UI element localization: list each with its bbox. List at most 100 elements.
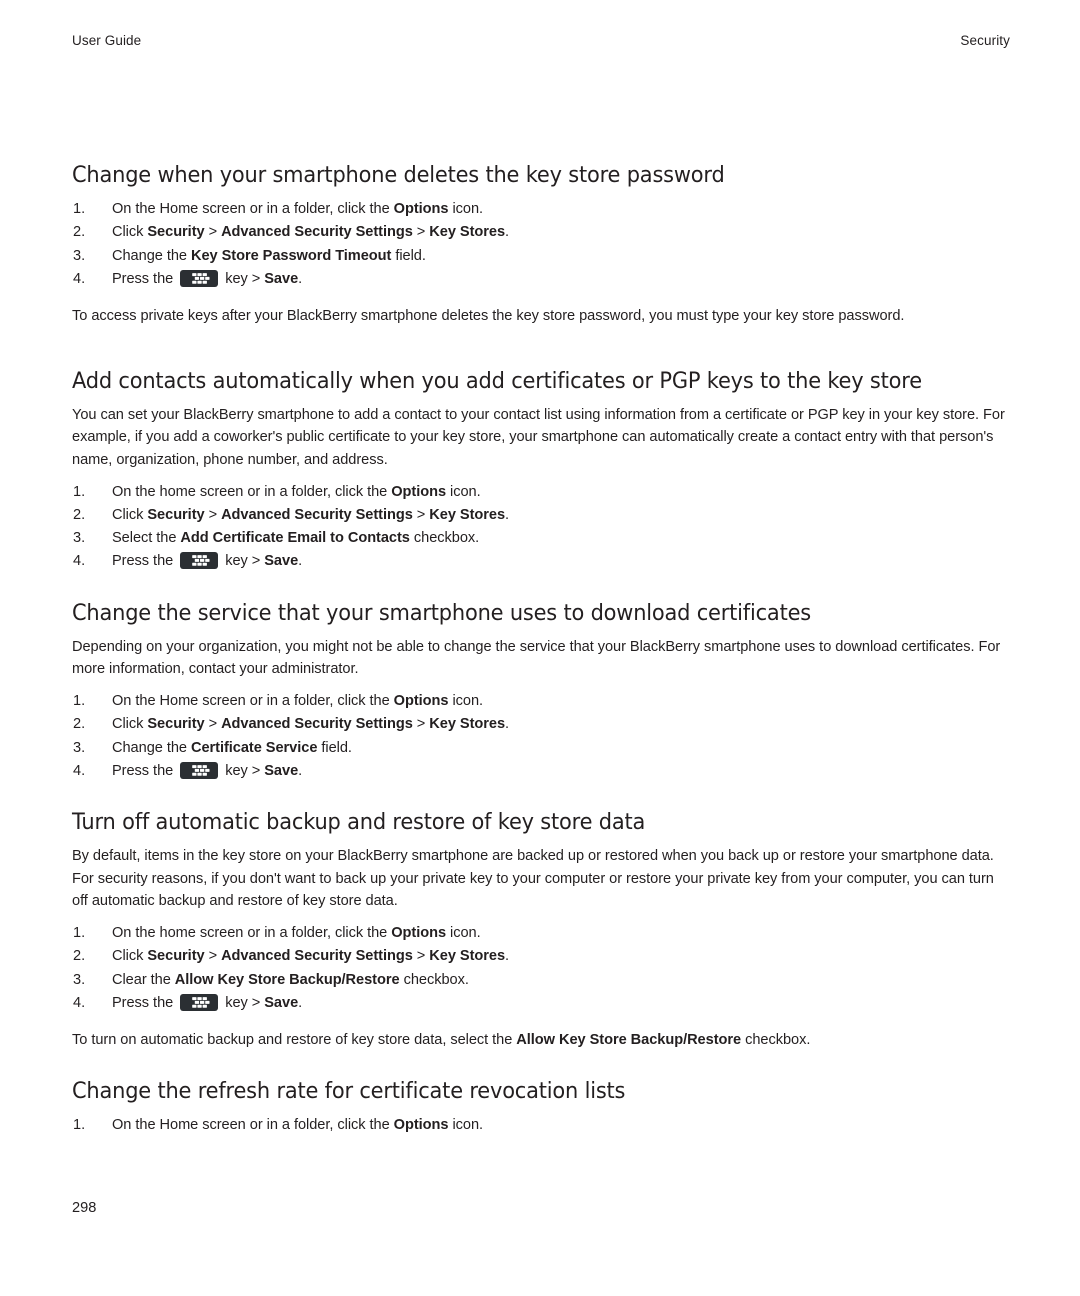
emphasis-text: Add Certificate Email to Contacts	[180, 530, 410, 547]
plain-text: Click	[112, 948, 148, 965]
step-item: On the Home screen or in a folder, click…	[72, 1114, 1012, 1138]
plain-text: checkbox.	[399, 971, 469, 988]
plain-text: key >	[221, 270, 265, 287]
emphasis-text: Allow Key Store Backup/Restore	[174, 971, 400, 988]
plain-text: field.	[391, 247, 426, 264]
plain-text: .	[505, 506, 510, 523]
emphasis-text: Advanced Security Settings	[221, 948, 413, 965]
running-header-right: Security	[960, 33, 1010, 48]
emphasis-text: Security	[147, 716, 205, 733]
plain-text: >	[204, 948, 222, 965]
step-item: Press the key > Save.	[72, 550, 1012, 574]
step-item: Change the Certificate Service field.	[72, 737, 1012, 761]
blackberry-menu-key-icon	[180, 269, 219, 287]
step-item: Change the Key Store Password Timeout fi…	[72, 245, 1012, 269]
document-page: User Guide Security Change when your sma…	[0, 0, 1080, 1296]
emphasis-text: Options	[391, 483, 447, 500]
section-intro-paragraph: By default, items in the key store on yo…	[72, 848, 994, 910]
step-item: Clear the Allow Key Store Backup/Restore…	[72, 969, 1012, 993]
step-item: Click Security > Advanced Security Setti…	[72, 504, 1012, 528]
section-heading: Change the refresh rate for certificate …	[72, 1077, 626, 1104]
step-item: Press the key > Save.	[72, 760, 1012, 784]
emphasis-text: Security	[147, 506, 205, 523]
running-header-left: User Guide	[72, 33, 142, 48]
plain-text: key >	[221, 994, 265, 1011]
plain-text: key >	[221, 762, 265, 779]
plain-text: On the Home screen or in a folder, click…	[112, 692, 394, 709]
plain-text: To turn on automatic backup and restore …	[72, 1032, 517, 1049]
step-item: Click Security > Advanced Security Setti…	[72, 713, 1012, 737]
plain-text: On the Home screen or in a folder, click…	[112, 1116, 394, 1133]
plain-text: Change the	[112, 247, 191, 264]
plain-text: Click	[112, 716, 148, 733]
blackberry-menu-key-icon	[180, 993, 219, 1011]
plain-text: icon.	[448, 1116, 484, 1133]
plain-text: Change the	[112, 739, 191, 756]
plain-text: Clear the	[112, 971, 175, 988]
section-heading: Change when your smartphone deletes the …	[72, 162, 725, 188]
emphasis-text: Security	[147, 948, 205, 965]
plain-text: >	[412, 506, 430, 523]
step-item: Press the key > Save.	[72, 992, 1012, 1016]
emphasis-text: Key Stores	[429, 948, 506, 965]
plain-text: >	[412, 716, 430, 733]
plain-text: checkbox.	[741, 1032, 811, 1049]
section-intro-paragraph: You can set your BlackBerry smartphone t…	[72, 406, 1005, 468]
plain-text: .	[298, 762, 303, 779]
plain-text: Click	[112, 506, 148, 523]
emphasis-text: Advanced Security Settings	[221, 716, 413, 733]
step-item: On the home screen or in a folder, click…	[72, 922, 1012, 946]
section-heading: Change the service that your smartphone …	[72, 599, 812, 626]
section-note-paragraph: To turn on automatic backup and restore …	[72, 1029, 1012, 1052]
plain-text: icon.	[448, 692, 484, 709]
step-item: Press the key > Save.	[72, 268, 1012, 292]
step-list: On the Home screen or in a folder, click…	[72, 198, 1012, 291]
plain-text: icon.	[448, 201, 484, 217]
plain-text: >	[412, 224, 430, 241]
step-item: On the Home screen or in a folder, click…	[72, 198, 1012, 222]
blackberry-menu-key-icon	[180, 761, 219, 779]
step-item: On the home screen or in a folder, click…	[72, 481, 1012, 505]
emphasis-text: Allow Key Store Backup/Restore	[516, 1032, 742, 1049]
plain-text: .	[505, 716, 510, 733]
blackberry-menu-key-icon	[180, 552, 219, 570]
plain-text: .	[298, 994, 303, 1011]
plain-text: .	[298, 553, 303, 570]
page-number: 298	[72, 1200, 97, 1216]
plain-text: key >	[221, 553, 265, 570]
step-list: On the Home screen or in a folder, click…	[72, 690, 1012, 783]
plain-text: .	[298, 270, 303, 287]
page-content: Change when your smartphone deletes the …	[72, 160, 1012, 1137]
plain-text: On the Home screen or in a folder, click…	[112, 201, 394, 217]
emphasis-text: Advanced Security Settings	[221, 506, 413, 523]
plain-text: Select the	[112, 530, 181, 547]
emphasis-text: Options	[393, 1116, 449, 1133]
plain-text: Press the	[112, 270, 178, 287]
step-item: Click Security > Advanced Security Setti…	[72, 945, 1012, 969]
section-note-paragraph: To access private keys after your BlackB…	[72, 308, 905, 325]
plain-text: icon.	[446, 924, 481, 941]
plain-text: .	[505, 224, 510, 241]
step-item: On the Home screen or in a folder, click…	[72, 690, 1012, 714]
emphasis-text: Save	[264, 270, 299, 287]
plain-text: On the home screen or in a folder, click…	[112, 924, 392, 941]
running-header: User Guide Security	[72, 33, 1010, 48]
plain-text: Press the	[112, 553, 178, 570]
plain-text: On the home screen or in a folder, click…	[112, 483, 392, 500]
plain-text: field.	[317, 739, 352, 756]
section-heading: Turn off automatic backup and restore of…	[72, 809, 646, 836]
plain-text: Press the	[112, 762, 178, 779]
emphasis-text: Advanced Security Settings	[221, 224, 413, 241]
emphasis-text: Save	[264, 762, 299, 779]
plain-text: Press the	[112, 994, 178, 1011]
emphasis-text: Options	[391, 924, 447, 941]
emphasis-text: Key Stores	[429, 506, 506, 523]
plain-text: >	[204, 224, 222, 241]
step-list: On the home screen or in a folder, click…	[72, 481, 1012, 574]
plain-text: checkbox.	[409, 530, 480, 547]
